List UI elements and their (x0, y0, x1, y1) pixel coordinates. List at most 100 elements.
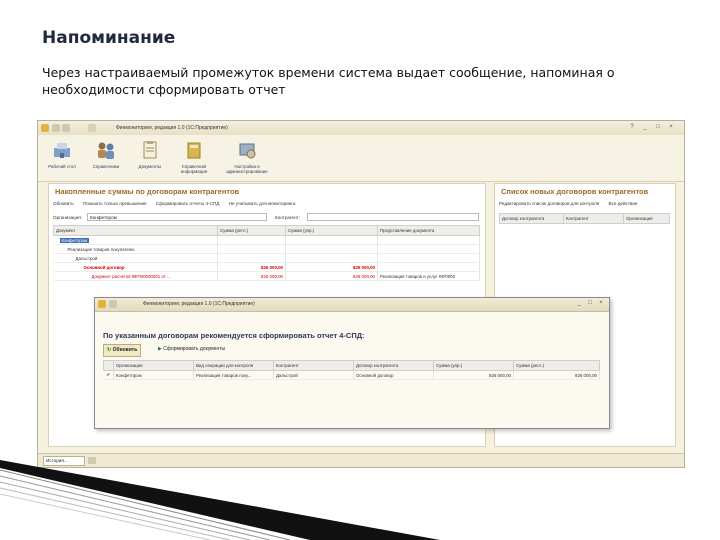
section-settings[interactable]: Настройка и администрирование (222, 139, 272, 174)
left-toolbar: Обновить Показать только превышения Сфор… (53, 201, 303, 206)
minimize-icon[interactable]: _ (575, 300, 583, 307)
desktop-icon (54, 143, 70, 158)
row-doc: Дальстрой (53, 253, 218, 263)
row-org: Конфетпром (113, 370, 194, 380)
row-sum-upr: 826 000,00 (433, 370, 514, 380)
app-logo-icon (98, 300, 106, 308)
row-sum-upr: 826 000,00 (285, 262, 378, 272)
contracts-table: Договор контрагента Контрагент Организац… (499, 213, 670, 224)
back-icon[interactable] (109, 300, 117, 308)
org-field[interactable]: Конфетпром (87, 213, 267, 221)
menu-icon[interactable] (88, 124, 96, 132)
row-sum-reg: 826 000,00 (513, 370, 600, 380)
row-doc: Документ расчетов КФП00000001 от ... (53, 271, 218, 281)
table-header: Документ Сумма (регл.) Сумма (упр.) Пред… (53, 225, 480, 236)
col-contract[interactable]: Договор контрагента (499, 213, 564, 224)
row-checkbox[interactable]: ✔ (103, 370, 114, 380)
maximize-icon[interactable]: □ (586, 300, 594, 307)
generate-documents-label: Сформировать документы (163, 346, 226, 352)
col-organization[interactable]: Организация (623, 213, 670, 224)
sections-panel: Рабочий стол Справочники Документы Справ… (38, 135, 684, 182)
row-doc: Основной договор (53, 262, 218, 272)
minimize-icon[interactable]: _ (641, 124, 649, 131)
generate-documents-button[interactable]: ▶ Сформировать документы (155, 344, 228, 355)
forward-icon[interactable] (62, 124, 70, 132)
row-sum-reg: 826 000,00 (217, 262, 286, 272)
decorative-lines (0, 460, 440, 540)
dialog-window-title: Финмониторинг, редакция 1.0 (1С:Предприя… (143, 301, 255, 307)
section-documents[interactable]: Документы (128, 139, 172, 169)
table-row[interactable]: ✔ Конфетпром Реализация товаров поку... … (103, 370, 600, 380)
col-sum-reg[interactable]: Сумма (регл.) (217, 225, 286, 236)
documents-icon (143, 141, 157, 159)
dialog-table: Организация Вид операции для контроля Ко… (103, 360, 600, 380)
row-contract: Основной договор (353, 370, 434, 380)
panel-title: Список новых договоров контрагентов (501, 187, 649, 196)
show-exceed-button[interactable]: Показать только превышения (83, 201, 146, 206)
dialog-refresh-button[interactable]: ↻ Обновить (103, 344, 142, 357)
dialog-titlebar: Финмониторинг, редакция 1.0 (1С:Предприя… (95, 298, 609, 312)
counterparty-label: Контрагент: (275, 215, 301, 220)
section-reference[interactable]: Справочная информация (172, 139, 216, 174)
col-operation[interactable]: Вид операции для контроля (193, 360, 274, 371)
row-sum-reg: 826 000,00 (217, 271, 286, 281)
row-counterparty: Дальстрой (273, 370, 354, 380)
reminder-dialog: Финмониторинг, редакция 1.0 (1С:Предприя… (94, 297, 610, 429)
slide-description: Через настраиваемый промежуток времени с… (42, 65, 615, 97)
row-doc: Реализация товаров покупателю (53, 244, 218, 254)
edit-contracts-button[interactable]: Редактировать список договоров для контр… (499, 201, 599, 206)
row-operation: Реализация товаров поку... (193, 370, 274, 380)
table-header: Организация Вид операции для контроля Ко… (103, 360, 600, 371)
table-row[interactable]: Основной договор 826 000,00 826 000,00 (53, 262, 480, 272)
play-icon: ▶ (158, 346, 162, 352)
reference-icon (187, 142, 201, 159)
table-row[interactable]: Конфетпром (53, 235, 480, 245)
section-documents-label: Документы (138, 164, 162, 169)
section-desktop[interactable]: Рабочий стол (40, 139, 84, 169)
app-titlebar: Финмониторинг, редакция 1.0 (1С:Предприя… (38, 121, 684, 136)
refresh-button[interactable]: Обновить (53, 201, 74, 206)
col-organization[interactable]: Организация (113, 360, 194, 371)
col-counterparty[interactable]: Контрагент (563, 213, 624, 224)
table-header: Договор контрагента Контрагент Организац… (499, 213, 670, 224)
org-label: Организация: (53, 215, 82, 220)
dialog-heading: По указанным договорам рекомендуется сфо… (103, 331, 365, 340)
section-settings-label: Настройка и администрирование (226, 164, 268, 174)
section-reference-label: Справочная информация (180, 164, 208, 174)
app-logo-icon (41, 124, 49, 132)
section-catalogs-label: Справочники (92, 164, 120, 169)
back-icon[interactable] (52, 124, 60, 132)
panel-title: Накопленные суммы по договорам контраген… (55, 187, 240, 196)
row-doc: Конфетпром (59, 237, 90, 243)
right-toolbar: Редактировать список договоров для контр… (499, 201, 645, 206)
slide-title: Напоминание (42, 28, 176, 48)
col-contract[interactable]: Договор контрагента (353, 360, 434, 371)
table-row[interactable]: Дальстрой (53, 253, 480, 263)
col-sum-upr[interactable]: Сумма (упр.) (285, 225, 378, 236)
close-icon[interactable]: × (667, 124, 675, 131)
row-sum-upr: 826 000,00 (285, 271, 378, 281)
sums-table: Документ Сумма (регл.) Сумма (упр.) Пред… (53, 225, 480, 281)
col-counterparty[interactable]: Контрагент (273, 360, 354, 371)
close-icon[interactable]: × (597, 300, 605, 307)
people-icon (98, 142, 114, 159)
col-document[interactable]: Документ (53, 225, 218, 236)
generate-reports-button[interactable]: Сформировать отчеты 4-СПД (156, 201, 220, 206)
row-repr: Реализация товаров и услуг КФП000 (377, 271, 480, 281)
table-row[interactable]: Документ расчетов КФП00000001 от ... 826… (53, 271, 480, 281)
counterparty-field[interactable] (307, 213, 479, 221)
col-sum-upr[interactable]: Сумма (упр.) (433, 360, 514, 371)
maximize-icon[interactable]: □ (654, 124, 662, 131)
section-catalogs[interactable]: Справочники (84, 139, 128, 169)
col-sum-reg[interactable]: Сумма (регл.) (513, 360, 600, 371)
col-representation[interactable]: Представление документа (377, 225, 480, 236)
help-icon[interactable]: ? (628, 124, 636, 131)
table-row[interactable]: Реализация товаров покупателю (53, 244, 480, 254)
exclude-monitoring-button[interactable]: Не учитывать для мониторинга (229, 201, 296, 206)
dialog-refresh-label: Обновить (112, 347, 138, 353)
section-desktop-label: Рабочий стол (48, 164, 76, 169)
app-screenshot: Финмониторинг, редакция 1.0 (1С:Предприя… (37, 120, 685, 468)
refresh-icon: ↻ (107, 347, 112, 353)
all-actions-button[interactable]: Все действия (609, 201, 638, 206)
window-title: Финмониторинг, редакция 1.0 (1С:Предприя… (116, 125, 228, 131)
